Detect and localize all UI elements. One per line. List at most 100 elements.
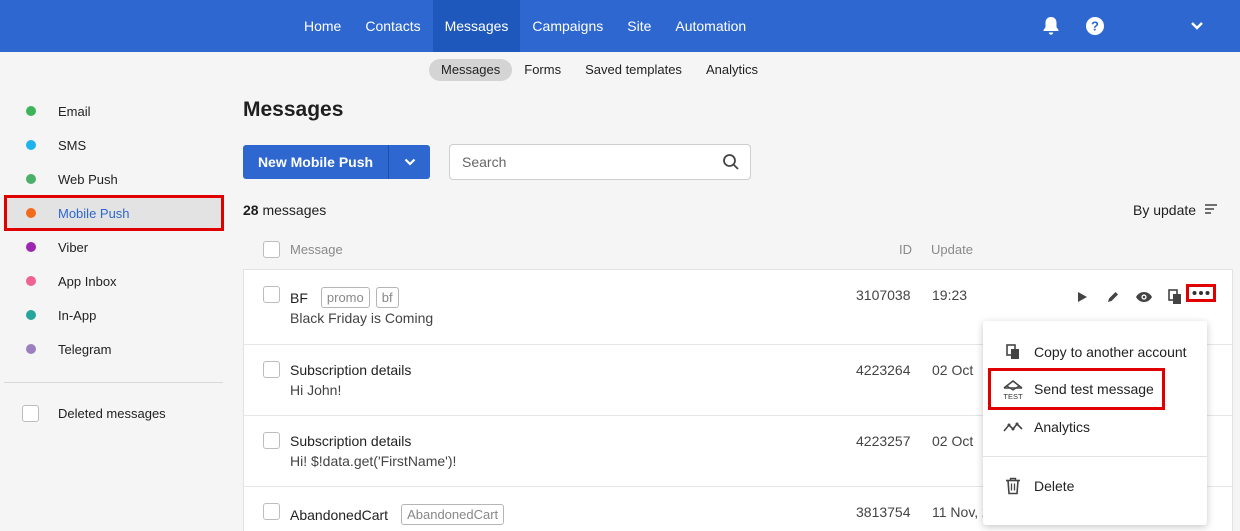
menu-item-label: Analytics (1034, 419, 1091, 435)
message-count-number: 28 (243, 202, 259, 218)
sidebar-item-label: Email (58, 103, 91, 119)
nav-automation[interactable]: Automation (663, 0, 758, 52)
select-all-checkbox[interactable] (263, 241, 280, 258)
status-dot-icon (26, 344, 36, 354)
row-checkbox[interactable] (263, 432, 280, 449)
menu-item-copy-to-account[interactable]: Copy to another account (983, 333, 1207, 371)
sort-label: By update (1133, 202, 1197, 218)
row-checkbox[interactable] (263, 286, 280, 303)
sidebar-item-label: In-App (58, 307, 97, 323)
nav-contacts[interactable]: Contacts (353, 0, 432, 52)
status-dot-icon (26, 310, 36, 320)
message-count: 28 messages (243, 202, 326, 218)
column-header-id: ID (899, 242, 912, 257)
more-dots-icon[interactable] (1186, 284, 1216, 302)
message-name-cell: AbandonedCart AbandonedCart (290, 504, 505, 525)
sidebar-item-mobile-push[interactable]: Mobile Push (4, 195, 224, 231)
new-options-dropdown-button[interactable] (389, 145, 430, 179)
message-name: Subscription details (290, 433, 412, 449)
sidebar-item-label: App Inbox (58, 273, 117, 289)
message-subtitle: Hi John! (290, 382, 342, 398)
top-navigation-bar: Home Contacts Messages Campaigns Site Au… (0, 0, 1240, 52)
sidebar-item-label: Mobile Push (58, 205, 130, 221)
message-name: AbandonedCart (290, 506, 389, 523)
svg-text:?: ? (1091, 19, 1099, 34)
edit-pencil-icon[interactable] (1100, 284, 1126, 310)
page-title: Messages (243, 98, 344, 121)
chevron-down-icon (404, 158, 415, 166)
test-envelope-icon: TEST (1001, 377, 1025, 401)
deleted-messages-checkbox[interactable] (22, 405, 39, 422)
sidebar-item-label: Viber (58, 239, 89, 255)
message-update: 19:23 (932, 287, 968, 303)
message-id: 3813754 (856, 504, 911, 520)
subnav-analytics[interactable]: Analytics (694, 59, 770, 81)
column-header-update: Update (931, 242, 973, 257)
sidebar-item-web-push[interactable]: Web Push (6, 163, 222, 195)
sidebar-item-sms[interactable]: SMS (6, 129, 222, 161)
chevron-down-icon[interactable] (1186, 15, 1208, 37)
subnav-forms[interactable]: Forms (512, 59, 573, 81)
message-subtitle: Hi! $!data.get('FirstName')! (290, 453, 457, 469)
row-actions-menu: Copy to another account TEST Send test m… (983, 321, 1207, 525)
play-icon[interactable] (1069, 284, 1095, 310)
copy-icon[interactable] (1162, 284, 1188, 310)
menu-item-delete[interactable]: Delete (983, 467, 1207, 505)
sidebar-item-app-inbox[interactable]: App Inbox (6, 265, 222, 297)
sidebar-item-label: Web Push (58, 171, 118, 187)
sidebar-item-in-app[interactable]: In-App (6, 299, 222, 331)
nav-messages[interactable]: Messages (432, 0, 521, 52)
message-update: 02 Oct (932, 362, 974, 378)
copy-icon (1001, 340, 1025, 364)
new-mobile-push-split-button: New Mobile Push (243, 145, 430, 179)
sub-navigation: Messages Forms Saved templates Analytics (429, 59, 770, 81)
main-menu: Home Contacts Messages Campaigns Site Au… (292, 0, 758, 52)
menu-item-label: Delete (1034, 478, 1075, 494)
nav-home[interactable]: Home (292, 0, 353, 52)
svg-text:TEST: TEST (1003, 392, 1023, 401)
row-checkbox[interactable] (263, 503, 280, 520)
message-update: 02 Oct (932, 433, 974, 449)
status-dot-icon (26, 208, 36, 218)
deleted-messages-toggle[interactable]: Deleted messages (22, 405, 166, 422)
subnav-saved-templates[interactable]: Saved templates (573, 59, 694, 81)
sidebar-item-label: SMS (58, 137, 87, 153)
sidebar-item-telegram[interactable]: Telegram (6, 333, 222, 365)
message-name: Subscription details (290, 362, 412, 378)
column-header-message: Message (290, 242, 343, 257)
sort-lines-icon (1204, 202, 1218, 218)
nav-campaigns[interactable]: Campaigns (520, 0, 615, 52)
analytics-line-icon (1001, 415, 1025, 439)
help-icon[interactable]: ? (1084, 15, 1106, 37)
message-count-suffix: messages (258, 202, 327, 218)
tag-badge: promo (320, 287, 370, 308)
subnav-messages[interactable]: Messages (429, 59, 513, 81)
preview-eye-icon[interactable] (1131, 284, 1157, 310)
new-mobile-push-button[interactable]: New Mobile Push (243, 145, 389, 179)
status-dot-icon (26, 242, 36, 252)
menu-item-analytics[interactable]: Analytics (983, 408, 1207, 446)
trash-icon (1001, 474, 1025, 498)
sidebar-item-label: Telegram (58, 341, 112, 357)
status-dot-icon (26, 174, 36, 184)
sidebar-item-viber[interactable]: Viber (6, 231, 222, 263)
message-name: BF (290, 289, 308, 306)
nav-site[interactable]: Site (615, 0, 663, 52)
message-id: 4223257 (856, 433, 911, 449)
menu-item-send-test-message[interactable]: TEST Send test message (988, 368, 1165, 410)
sidebar-item-email[interactable]: Email (6, 95, 222, 127)
search-icon[interactable] (722, 153, 740, 174)
message-subtitle: Black Friday is Coming (290, 310, 434, 326)
bell-icon[interactable] (1040, 15, 1062, 37)
search-box (449, 144, 751, 180)
row-checkbox[interactable] (263, 361, 280, 378)
message-update: 11 Nov, 2 (932, 504, 990, 520)
deleted-messages-label: Deleted messages (58, 406, 166, 421)
message-id: 4223264 (856, 362, 911, 378)
message-id: 3107038 (856, 287, 911, 303)
sort-control[interactable]: By update (1133, 202, 1218, 218)
tag-badge: bf (375, 287, 399, 308)
menu-item-label: Copy to another account (1034, 344, 1187, 360)
tag-badge: AbandonedCart (401, 504, 505, 525)
search-input[interactable] (462, 154, 712, 170)
